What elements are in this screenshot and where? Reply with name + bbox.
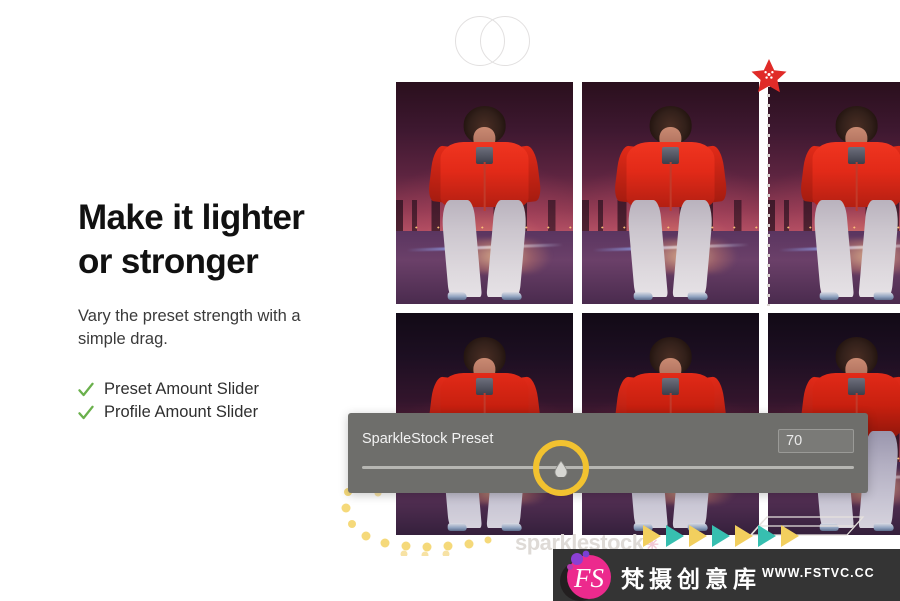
slider-track[interactable] [362, 466, 854, 469]
page-subtitle: Vary the preset strength with a simple d… [78, 307, 301, 348]
list-item-label: Preset Amount Slider [104, 380, 259, 398]
figure-shoe-left [819, 291, 840, 300]
slider-panel: SparkleStock Preset 70 [348, 413, 868, 496]
brand-name-cn: 梵摄创意库 [621, 567, 761, 593]
photo-figure [427, 106, 542, 300]
triangle-arrow-icon [712, 525, 730, 547]
gallery-photo [768, 82, 900, 304]
check-icon [78, 382, 94, 398]
triangle-arrow-icon [689, 525, 707, 547]
figure-shoe-left [633, 291, 654, 300]
list-item: Profile Amount Slider [78, 401, 378, 424]
circle-outline-right [480, 16, 530, 66]
triangle-arrow-icon [735, 525, 753, 547]
slide-canvas: Make it lighter or stronger Vary the pre… [0, 0, 900, 601]
svg-text:FS: FS [573, 563, 604, 593]
page-title: Make it lighter or stronger [78, 198, 305, 281]
figure-leg-left [812, 199, 855, 297]
figure-leg-right [672, 199, 715, 297]
figure-jeans [812, 199, 900, 300]
figure-shoe-left [447, 291, 468, 300]
dotted-divider-line [767, 84, 770, 306]
triangle-arrow-icon [781, 525, 799, 547]
gallery-photo [396, 82, 573, 304]
photo-figure [799, 106, 900, 300]
copy-block: Make it lighter or stronger Vary the pre… [78, 196, 378, 424]
triangle-arrow-icon [666, 525, 684, 547]
star-icon [750, 57, 788, 95]
figure-jeans [440, 199, 529, 300]
arrow-strip [643, 525, 799, 547]
check-icon [78, 405, 94, 421]
fs-logo-icon: FS [555, 545, 617, 601]
slider-value-input[interactable]: 70 [778, 429, 854, 453]
list-item: Preset Amount Slider [78, 378, 378, 401]
figure-jeans [626, 199, 715, 300]
list-item-label: Profile Amount Slider [104, 403, 259, 421]
brand-url: WWW.FSTVC.CC [762, 566, 875, 580]
figure-leg-left [626, 199, 669, 297]
figure-leg-right [858, 199, 900, 297]
photo-figure [613, 106, 728, 300]
slider-label: SparkleStock Preset [362, 431, 494, 447]
figure-shoe-right [501, 291, 522, 300]
figure-shoe-right [873, 291, 894, 300]
triangle-arrow-icon [758, 525, 776, 547]
feature-list: Preset Amount Slider Profile Amount Slid… [78, 378, 378, 424]
dotted-arc-decoration [330, 486, 540, 559]
slider-focus-ring [533, 440, 590, 496]
figure-shoe-right [873, 522, 894, 531]
gallery-photo [582, 82, 759, 304]
triangle-arrow-icon [643, 525, 661, 547]
figure-shoe-right [687, 291, 708, 300]
figure-leg-right [486, 199, 529, 297]
overlapping-circles-decoration [455, 16, 530, 66]
figure-leg-left [440, 199, 483, 297]
